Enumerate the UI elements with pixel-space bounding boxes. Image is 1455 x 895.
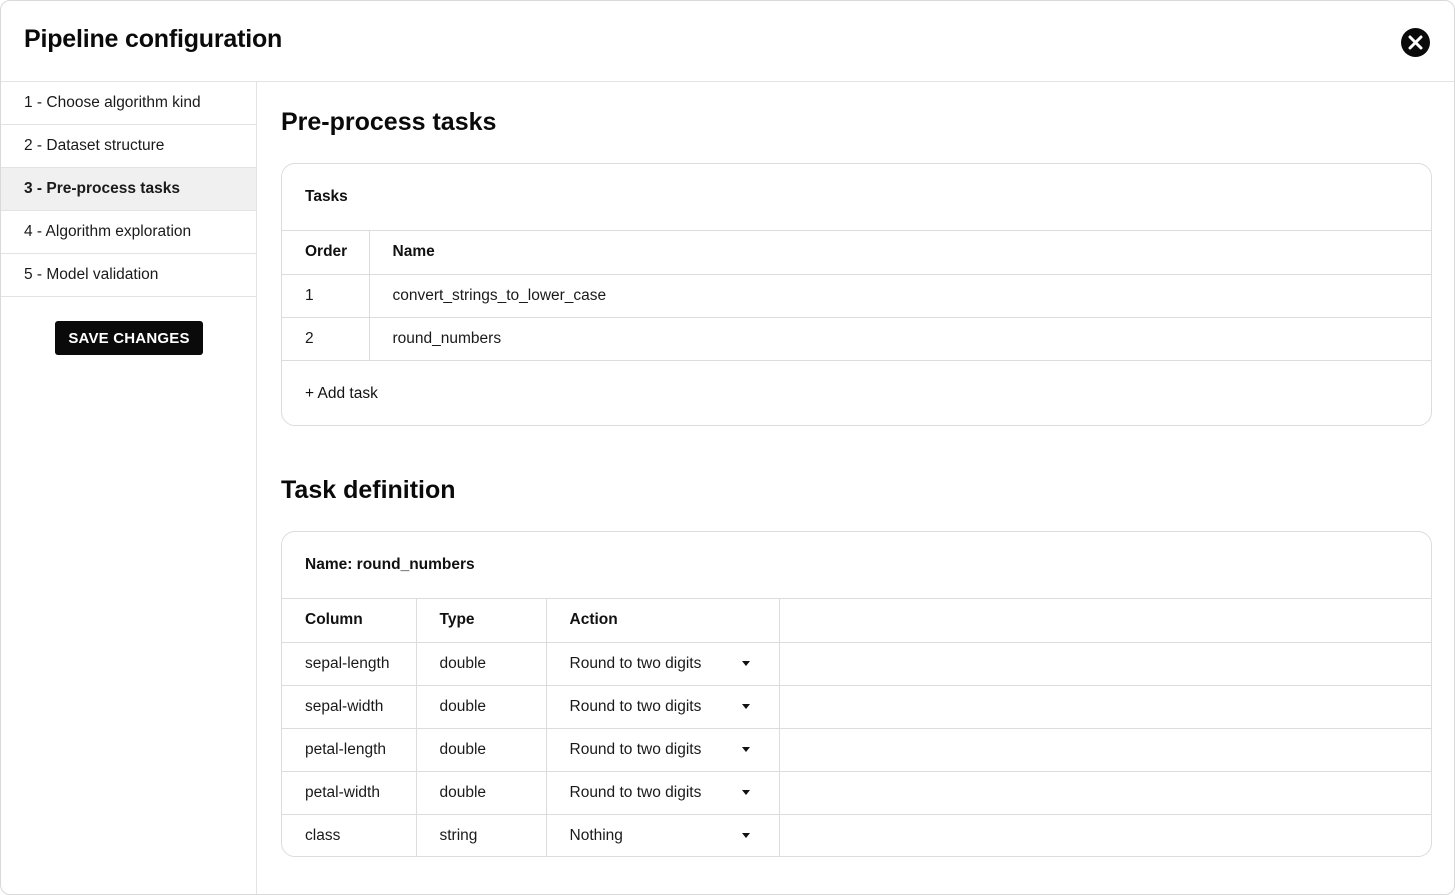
close-button[interactable]: [1401, 28, 1430, 57]
action-select-value: Nothing: [569, 826, 623, 844]
column-type: double: [416, 728, 547, 772]
action-select-value: Round to two digits: [569, 740, 702, 758]
chevron-down-icon: [741, 747, 750, 752]
sidebar-item-dataset-structure[interactable]: 2 - Dataset structure: [1, 125, 256, 168]
action-select-value: Round to two digits: [569, 697, 702, 715]
dialog-header: Pipeline configuration: [1, 1, 1454, 82]
preprocess-section-title: Pre-process tasks: [281, 108, 497, 136]
page-title: Pipeline configuration: [24, 25, 283, 53]
tasks-card: Tasks Order Name 1 convert_strings_to_lo…: [281, 163, 1432, 426]
table-row: class string Nothing: [282, 814, 1431, 856]
save-changes-button[interactable]: SAVE CHANGES: [55, 321, 203, 355]
task-definition-card-title: Name: round_numbers: [282, 532, 1431, 599]
sidebar-item-model-validation[interactable]: 5 - Model validation: [1, 254, 256, 297]
task-name: convert_strings_to_lower_case: [369, 274, 1431, 318]
spacer-column-header: [779, 599, 1431, 643]
action-cell: Nothing: [546, 814, 780, 856]
order-column-header: Order: [282, 231, 370, 275]
task-definition-table: Column Type Action sepal-length double R…: [282, 599, 1431, 856]
action-select[interactable]: Round to two digits: [570, 784, 750, 802]
action-select[interactable]: Round to two digits: [570, 698, 750, 716]
task-name: round_numbers: [369, 317, 1431, 361]
sidebar: 1 - Choose algorithm kind 2 - Dataset st…: [1, 82, 257, 894]
action-cell: Round to two digits: [546, 642, 780, 686]
column-name: class: [282, 814, 417, 856]
main-content: Pre-process tasks Tasks Order Name 1 con…: [258, 82, 1454, 894]
spacer-cell: [779, 685, 1431, 729]
table-header-row: Order Name: [282, 231, 1431, 275]
tasks-card-title: Tasks: [282, 164, 1431, 231]
chevron-down-icon: [741, 661, 750, 666]
column-column-header: Column: [282, 599, 417, 643]
action-cell: Round to two digits: [546, 771, 780, 815]
add-task-button[interactable]: + Add task: [282, 361, 1431, 426]
name-column-header: Name: [369, 231, 1431, 275]
spacer-cell: [779, 728, 1431, 772]
sidebar-item-algorithm-exploration[interactable]: 4 - Algorithm exploration: [1, 211, 256, 254]
column-name: sepal-length: [282, 642, 417, 686]
column-name: petal-width: [282, 771, 417, 815]
action-cell: Round to two digits: [546, 728, 780, 772]
chevron-down-icon: [741, 790, 750, 795]
table-row[interactable]: 1 convert_strings_to_lower_case: [282, 274, 1431, 318]
chevron-down-icon: [741, 704, 750, 709]
pipeline-config-dialog: Pipeline configuration 1 - Choose algori…: [0, 0, 1455, 895]
task-order: 2: [282, 317, 370, 361]
task-definition-title: Task definition: [281, 476, 456, 504]
column-type: string: [416, 814, 547, 856]
table-row: petal-width double Round to two digits: [282, 771, 1431, 815]
action-column-header: Action: [546, 599, 780, 643]
column-name: sepal-width: [282, 685, 417, 729]
chevron-down-icon: [741, 833, 750, 839]
action-cell: Round to two digits: [546, 685, 780, 729]
table-row[interactable]: 2 round_numbers: [282, 317, 1431, 361]
sidebar-item-choose-algorithm-kind[interactable]: 1 - Choose algorithm kind: [1, 82, 256, 125]
task-definition-card: Name: round_numbers Column Type Action s…: [281, 531, 1432, 857]
type-column-header: Type: [416, 599, 547, 643]
action-select[interactable]: Nothing: [570, 827, 750, 845]
action-select[interactable]: Round to two digits: [570, 655, 750, 673]
action-select-value: Round to two digits: [569, 783, 702, 801]
table-row: sepal-width double Round to two digits: [282, 685, 1431, 729]
column-type: double: [416, 685, 547, 729]
column-type: double: [416, 771, 547, 815]
sidebar-item-pre-process-tasks[interactable]: 3 - Pre-process tasks: [1, 168, 256, 211]
spacer-cell: [779, 814, 1431, 856]
table-row: petal-length double Round to two digits: [282, 728, 1431, 772]
action-select-value: Round to two digits: [569, 654, 702, 672]
table-header-row: Column Type Action: [282, 599, 1431, 643]
spacer-cell: [779, 642, 1431, 686]
column-name: petal-length: [282, 728, 417, 772]
spacer-cell: [779, 771, 1431, 815]
column-type: double: [416, 642, 547, 686]
action-select[interactable]: Round to two digits: [570, 741, 750, 759]
tasks-table: Order Name 1 convert_strings_to_lower_ca…: [282, 231, 1431, 361]
table-row: sepal-length double Round to two digits: [282, 642, 1431, 686]
task-order: 1: [282, 274, 370, 318]
close-icon: [1408, 35, 1423, 50]
